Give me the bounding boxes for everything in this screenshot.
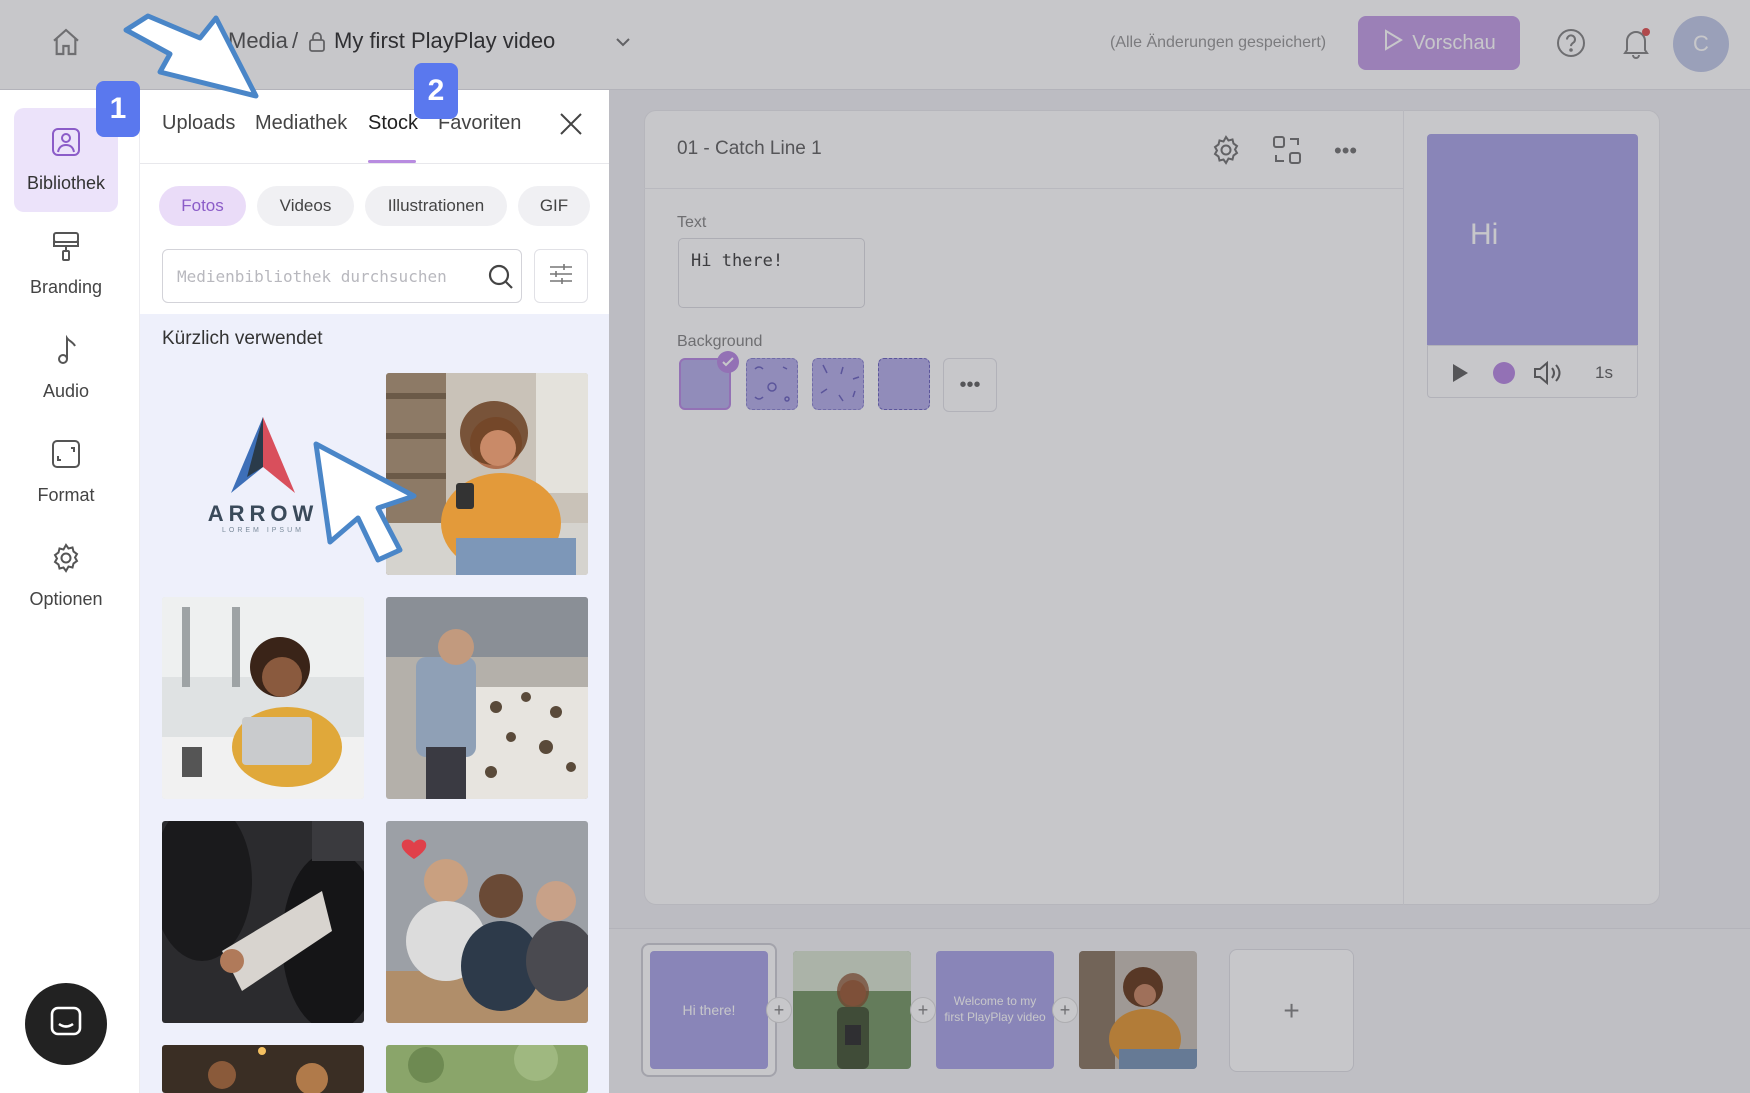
tab-stock[interactable]: Stock xyxy=(368,112,418,135)
breadcrumb-separator: / xyxy=(292,28,299,53)
media-thumb-outdoor[interactable] xyxy=(386,1045,588,1093)
chevron-down-icon[interactable] xyxy=(614,35,632,54)
slide-text: Hi there! xyxy=(682,1002,736,1018)
duration-label[interactable]: 1s xyxy=(1595,363,1613,383)
settings-icon[interactable] xyxy=(1210,134,1242,171)
tabs-divider xyxy=(140,163,609,164)
avatar[interactable]: C xyxy=(1673,16,1729,72)
save-status: (Alle Änderungen gespeichert) xyxy=(1110,34,1327,51)
search-input[interactable] xyxy=(162,249,522,303)
volume-icon[interactable] xyxy=(1532,360,1562,391)
background-swatch-dashed[interactable] xyxy=(878,358,930,410)
resize-icon xyxy=(50,438,82,475)
sidebar-item-label: Optionen xyxy=(29,589,103,609)
sidebar-item-label: Branding xyxy=(29,277,103,297)
preview-text: Hi xyxy=(1470,218,1499,251)
background-more-button[interactable]: ••• xyxy=(943,358,997,412)
timeline-slide-3[interactable]: Welcome to my first PlayPlay video xyxy=(936,951,1054,1069)
layout-swap-icon[interactable] xyxy=(1271,134,1303,171)
add-between-button[interactable]: + xyxy=(766,997,792,1023)
sidebar-item-label: Bibliothek xyxy=(26,173,106,193)
timeline-slide-2[interactable] xyxy=(793,951,911,1069)
gear-icon xyxy=(50,542,82,579)
preview-label: Vorschau xyxy=(1412,31,1496,54)
chip-fotos[interactable]: Fotos xyxy=(159,186,246,226)
chat-icon xyxy=(46,1002,86,1047)
card-header-divider xyxy=(644,188,1404,189)
add-between-button[interactable]: + xyxy=(1052,997,1078,1023)
search-icon[interactable] xyxy=(487,263,515,296)
chip-illustrationen[interactable]: Illustrationen xyxy=(365,186,507,226)
media-thumb-team-meeting[interactable] xyxy=(386,821,588,1023)
sidebar-item-audio[interactable]: Audio xyxy=(14,316,118,420)
background-swatch-pattern-lines[interactable] xyxy=(812,358,864,410)
bell-icon[interactable] xyxy=(1619,26,1653,65)
background-swatch-pattern-circles[interactable] xyxy=(746,358,798,410)
chip-videos[interactable]: Videos xyxy=(257,186,354,226)
arrow-logo-icon xyxy=(231,416,295,493)
media-thumb-restaurant[interactable] xyxy=(162,1045,364,1093)
text-label: Text xyxy=(677,214,707,231)
sidebar-item-format[interactable]: Format xyxy=(14,420,118,524)
play-icon xyxy=(1382,28,1404,58)
sidebar-item-optionen[interactable]: Optionen xyxy=(14,524,118,628)
media-thumb-workshop[interactable] xyxy=(386,597,588,799)
logo-subtext: LOREM IPSUM xyxy=(221,526,304,534)
annotation-arrow-top-icon xyxy=(123,13,259,99)
background-label: Background xyxy=(677,333,763,350)
close-icon[interactable] xyxy=(558,111,584,142)
record-dot-icon[interactable] xyxy=(1493,362,1515,384)
left-sidebar: Bibliothek Branding Audio Format Optione… xyxy=(0,90,140,1093)
text-field[interactable]: Hi there! xyxy=(678,238,865,308)
preview-button[interactable]: Vorschau xyxy=(1358,16,1520,70)
lock-icon xyxy=(307,31,327,58)
sliders-icon xyxy=(548,263,574,290)
chat-button[interactable] xyxy=(25,983,107,1065)
timeline-slide-4[interactable] xyxy=(1079,951,1197,1069)
help-icon[interactable] xyxy=(1555,27,1587,64)
slide-text: Welcome to my first PlayPlay video xyxy=(944,994,1046,1024)
chip-gif[interactable]: GIF xyxy=(518,186,590,226)
media-thumb-graduation[interactable] xyxy=(162,821,364,1023)
music-note-icon xyxy=(52,334,80,371)
sidebar-item-label: Audio xyxy=(42,381,90,401)
add-between-button[interactable]: + xyxy=(910,997,936,1023)
sidebar-item-label: Format xyxy=(37,485,95,505)
check-icon xyxy=(717,351,739,373)
media-thumb-woman-laptop[interactable] xyxy=(162,597,364,799)
step-badge-1: 1 xyxy=(96,81,140,137)
paint-roller-icon xyxy=(51,230,81,267)
project-title[interactable]: My first PlayPlay video xyxy=(334,28,555,54)
step-badge-2: 2 xyxy=(414,63,458,119)
sidebar-item-branding[interactable]: Branding xyxy=(14,212,118,316)
timeline-slide-1[interactable]: Hi there! xyxy=(650,951,768,1069)
more-icon[interactable]: ••• xyxy=(1334,138,1357,164)
scene-title: 01 - Catch Line 1 xyxy=(677,138,822,159)
image-icon xyxy=(50,126,82,163)
card-vertical-divider xyxy=(1403,110,1404,905)
filter-button[interactable] xyxy=(534,249,588,303)
scene-preview xyxy=(1427,134,1638,345)
section-title-recent: Kürzlich verwendet xyxy=(162,328,323,349)
add-slide-button[interactable]: + xyxy=(1229,949,1354,1072)
home-icon[interactable] xyxy=(50,26,82,63)
play-icon[interactable] xyxy=(1450,362,1470,389)
logo-word: ARROW xyxy=(207,500,319,526)
cursor-arrow-icon xyxy=(313,441,417,563)
